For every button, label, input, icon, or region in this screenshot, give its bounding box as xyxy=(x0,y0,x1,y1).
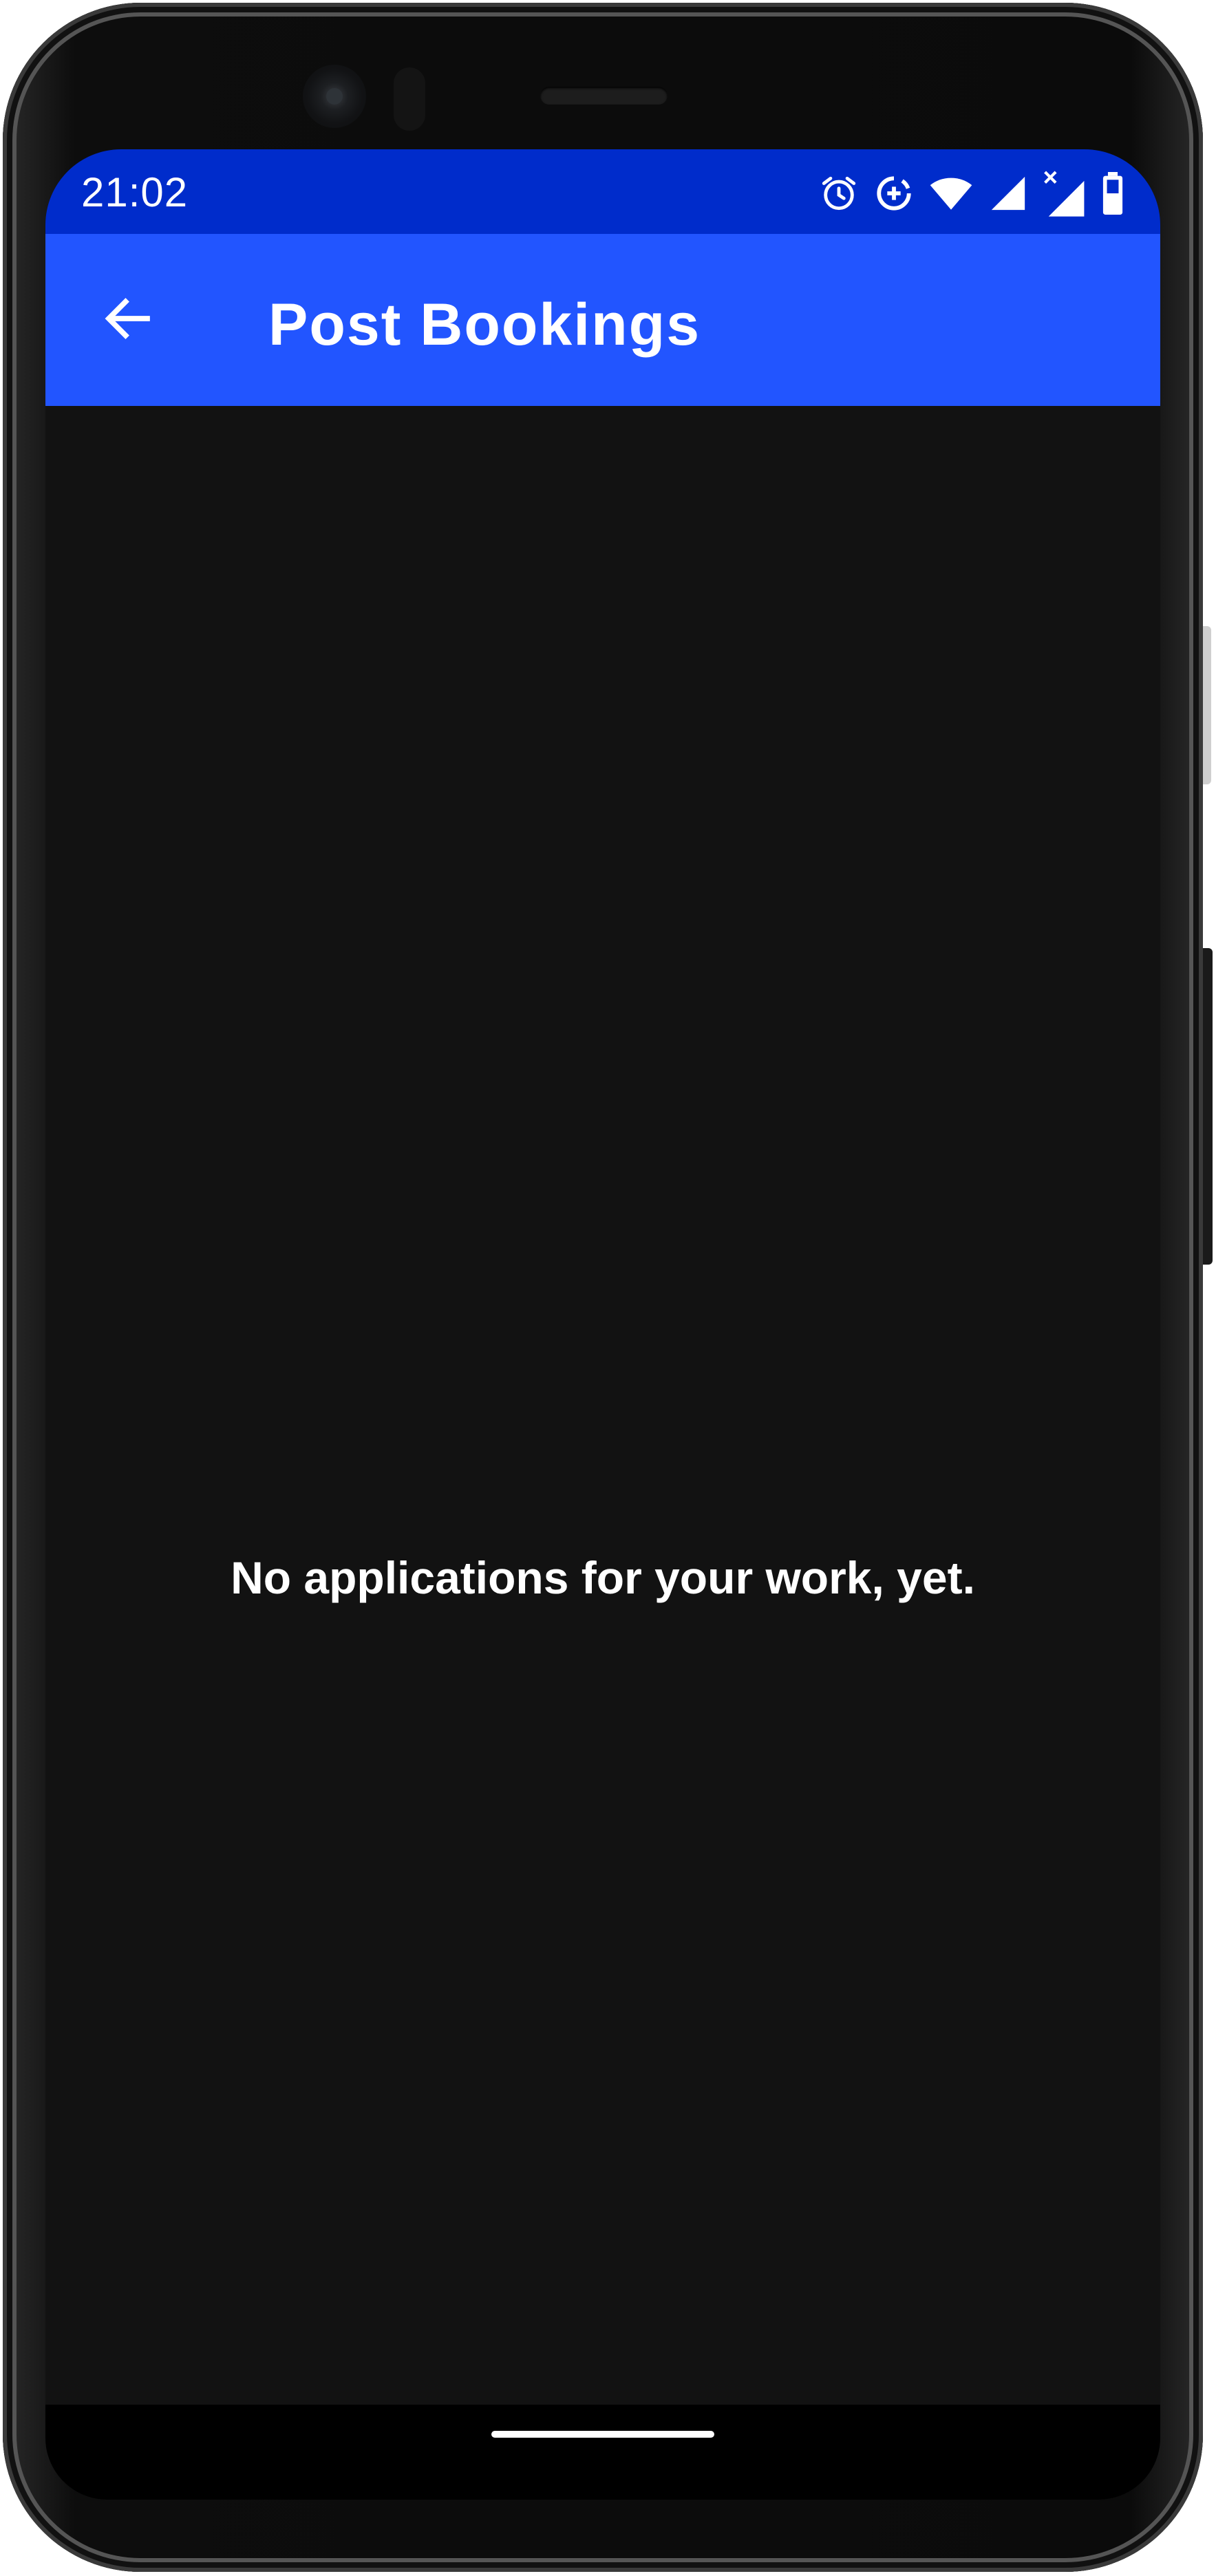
status-time: 21:02 xyxy=(81,169,189,215)
arrow-left-icon xyxy=(99,290,157,351)
status-icons xyxy=(819,167,1124,219)
back-button[interactable] xyxy=(80,272,176,368)
bookings-content: No applications for your work, yet. xyxy=(45,406,1160,2500)
power-button xyxy=(1203,626,1211,784)
alarm-icon xyxy=(819,173,859,213)
app-bar: Post Bookings xyxy=(45,234,1160,406)
front-camera xyxy=(303,65,366,128)
earpiece-speaker xyxy=(540,87,668,105)
empty-state-message: No applications for your work, yet. xyxy=(231,1552,975,1603)
data-saver-icon xyxy=(874,173,914,213)
proximity-sensor xyxy=(394,67,425,131)
status-bar: 21:02 xyxy=(45,149,1160,234)
signal-icon xyxy=(988,173,1028,213)
home-indicator[interactable] xyxy=(491,2431,714,2438)
navigation-bar xyxy=(45,2405,1160,2500)
signal-no-data-icon xyxy=(1043,170,1086,217)
wifi-icon xyxy=(929,173,973,213)
battery-icon xyxy=(1101,172,1124,215)
page-title: Post Bookings xyxy=(268,292,701,358)
volume-button xyxy=(1203,948,1213,1265)
screen: 21:02 Post Bookings No applications for … xyxy=(45,149,1160,2500)
